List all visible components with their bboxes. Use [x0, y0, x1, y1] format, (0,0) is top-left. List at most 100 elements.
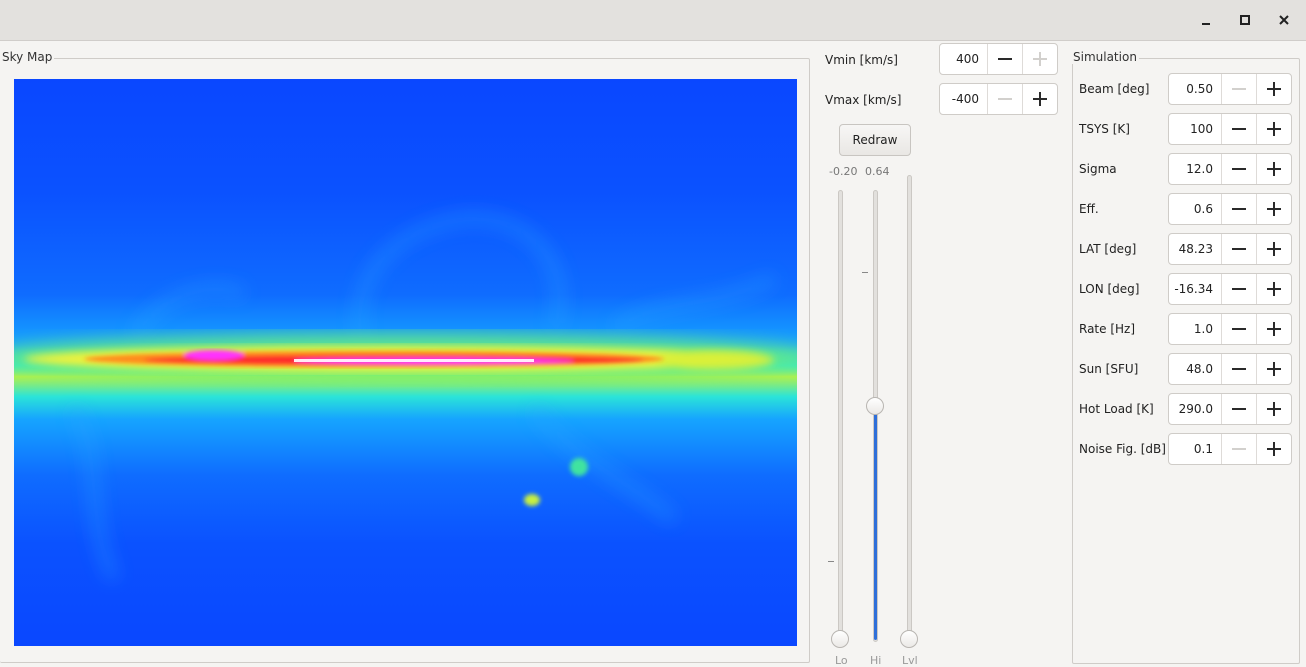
vmin-increment-button[interactable] [1022, 44, 1057, 74]
sim-row-label: Hot Load [K] [1079, 402, 1154, 416]
decrement-button[interactable] [1221, 354, 1256, 384]
decrement-button[interactable] [1221, 74, 1256, 104]
sim-row-label: LAT [deg] [1079, 242, 1137, 256]
sim-row: Hot Load [K] 290.0 [1078, 393, 1296, 425]
sim-row-value[interactable]: 48.23 [1169, 234, 1221, 264]
plus-icon-vertical [1273, 402, 1275, 416]
minus-icon [998, 58, 1012, 60]
increment-button[interactable] [1256, 114, 1291, 144]
plus-icon-vertical [1273, 362, 1275, 376]
minimize-button[interactable] [1192, 6, 1220, 34]
plus-icon-vertical [1039, 52, 1041, 66]
sim-row: Sun [SFU] 48.0 [1078, 353, 1296, 385]
decrement-button[interactable] [1221, 154, 1256, 184]
minus-icon [1232, 408, 1246, 410]
sim-row-value[interactable]: 1.0 [1169, 314, 1221, 344]
vmin-spinner[interactable]: 400 [939, 43, 1058, 75]
plus-icon-vertical [1273, 82, 1275, 96]
sim-row-spinner[interactable]: -16.34 [1168, 273, 1292, 305]
simulation-title: Simulation [1071, 50, 1139, 64]
minus-icon [1232, 248, 1246, 250]
sim-row: Noise Fig. [dB] 0.1 [1078, 433, 1296, 465]
maximize-button[interactable] [1231, 6, 1259, 34]
decrement-button[interactable] [1221, 274, 1256, 304]
lo-slider-track[interactable] [838, 190, 843, 642]
sim-row-value[interactable]: 0.50 [1169, 74, 1221, 104]
window-titlebar [0, 0, 1306, 41]
sim-row-spinner[interactable]: 48.23 [1168, 233, 1292, 265]
sim-row-label: Rate [Hz] [1079, 322, 1136, 336]
sim-row-spinner[interactable]: 0.6 [1168, 193, 1292, 225]
increment-button[interactable] [1256, 74, 1291, 104]
increment-button[interactable] [1256, 194, 1291, 224]
close-button[interactable] [1270, 6, 1298, 34]
minus-icon [1232, 88, 1246, 90]
sim-row-label: Sigma [1079, 162, 1117, 176]
sim-row-spinner[interactable]: 290.0 [1168, 393, 1292, 425]
minus-icon [1232, 128, 1246, 130]
vmin-value[interactable]: 400 [940, 44, 987, 74]
plus-icon-vertical [1273, 282, 1275, 296]
sky-map-title: Sky Map [0, 50, 55, 64]
increment-button[interactable] [1256, 394, 1291, 424]
lo-value-label: -0.20 [829, 165, 858, 178]
sim-row-value[interactable]: 0.1 [1169, 434, 1221, 464]
plus-icon-vertical [1039, 92, 1041, 106]
maximize-icon [1240, 15, 1250, 25]
hi-value-label: 0.64 [865, 165, 890, 178]
vmin-decrement-button[interactable] [987, 44, 1022, 74]
sim-row-spinner[interactable]: 1.0 [1168, 313, 1292, 345]
sim-row-value[interactable]: 12.0 [1169, 154, 1221, 184]
minus-icon [1232, 288, 1246, 290]
sim-row: LON [deg] -16.34 [1078, 273, 1296, 305]
vmin-label: Vmin [km/s] [825, 53, 898, 67]
decrement-button[interactable] [1221, 394, 1256, 424]
sim-row-spinner[interactable]: 48.0 [1168, 353, 1292, 385]
lvl-slider-label: Lvl [902, 654, 918, 667]
sim-row-spinner[interactable]: 0.50 [1168, 73, 1292, 105]
sim-row-value[interactable]: -16.34 [1169, 274, 1221, 304]
vmax-increment-button[interactable] [1022, 84, 1057, 114]
minus-icon [1232, 168, 1246, 170]
decrement-button[interactable] [1221, 314, 1256, 344]
sim-row-value[interactable]: 290.0 [1169, 394, 1221, 424]
lvl-slider-track[interactable] [907, 175, 912, 642]
plus-icon-vertical [1273, 442, 1275, 456]
redraw-button[interactable]: Redraw [839, 124, 911, 156]
sim-row-value[interactable]: 100 [1169, 114, 1221, 144]
increment-button[interactable] [1256, 274, 1291, 304]
vmax-value[interactable]: -400 [940, 84, 987, 114]
hi-slider-fill [874, 406, 877, 640]
sim-row-spinner[interactable]: 100 [1168, 113, 1292, 145]
vmax-spinner[interactable]: -400 [939, 83, 1058, 115]
minimize-icon [1202, 23, 1210, 25]
sim-row-spinner[interactable]: 0.1 [1168, 433, 1292, 465]
hi-slider-handle[interactable] [866, 397, 884, 415]
decrement-button[interactable] [1221, 194, 1256, 224]
lo-slider-tick [828, 561, 834, 562]
lvl-slider-handle[interactable] [900, 630, 918, 648]
sim-row: Eff. 0.6 [1078, 193, 1296, 225]
sky-map-image[interactable] [14, 79, 797, 646]
decrement-button[interactable] [1221, 114, 1256, 144]
increment-button[interactable] [1256, 354, 1291, 384]
decrement-button[interactable] [1221, 234, 1256, 264]
decrement-button[interactable] [1221, 434, 1256, 464]
sim-row-value[interactable]: 0.6 [1169, 194, 1221, 224]
plus-icon-vertical [1273, 202, 1275, 216]
increment-button[interactable] [1256, 234, 1291, 264]
plus-icon-vertical [1273, 122, 1275, 136]
sim-row-spinner[interactable]: 12.0 [1168, 153, 1292, 185]
increment-button[interactable] [1256, 314, 1291, 344]
sim-row: Rate [Hz] 1.0 [1078, 313, 1296, 345]
minus-icon [998, 98, 1012, 100]
increment-button[interactable] [1256, 434, 1291, 464]
vmax-decrement-button[interactable] [987, 84, 1022, 114]
increment-button[interactable] [1256, 154, 1291, 184]
plus-icon-vertical [1273, 162, 1275, 176]
lo-slider-handle[interactable] [831, 630, 849, 648]
sim-row-value[interactable]: 48.0 [1169, 354, 1221, 384]
minus-icon [1232, 368, 1246, 370]
sim-row-label: Noise Fig. [dB] [1079, 442, 1166, 456]
sim-row: Beam [deg] 0.50 [1078, 73, 1296, 105]
